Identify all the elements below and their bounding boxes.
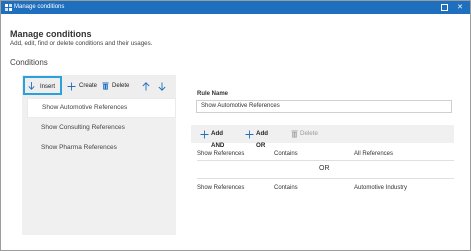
add-or-label: Add OR (256, 130, 269, 149)
maximize-icon (440, 3, 448, 11)
trash-icon (102, 82, 109, 90)
title-bar: Manage conditions ✕ (1, 1, 470, 14)
condition-item-label: Show Pharma References (41, 144, 117, 151)
app-icon (5, 4, 12, 11)
conditions-toolbar: Insert Create Delete (22, 75, 176, 98)
plus-icon (200, 130, 209, 139)
conditions-list: Show Automotive References Show Consulti… (27, 98, 176, 158)
create-label: Create (79, 83, 98, 89)
close-button[interactable]: ✕ (453, 2, 467, 13)
condition-toolbar: Add AND Add OR Delete (191, 125, 454, 149)
plus-icon (245, 130, 254, 139)
arrow-down-icon (158, 82, 166, 91)
rule-name-input[interactable]: Show Automotive References (196, 100, 452, 113)
arrow-down-icon (28, 82, 35, 90)
condition-value: Automotive Industry (354, 185, 408, 191)
condition-item[interactable]: Show Automotive References (27, 98, 176, 118)
condition-item-label: Show Automotive References (42, 104, 128, 111)
conditions-section-label: Conditions (10, 58, 48, 67)
maximize-button[interactable] (437, 2, 451, 13)
manage-conditions-window: Manage conditions ✕ Manage conditions Ad… (0, 0, 471, 251)
delete-label: Delete (112, 83, 130, 89)
condition-field: Show References (197, 151, 245, 157)
add-and-label: Add AND (211, 130, 225, 149)
page-subtitle: Add, edit, find or delete conditions and… (10, 40, 153, 47)
divider (197, 160, 454, 161)
divider (197, 178, 454, 179)
rule-name-label: Rule Name (197, 91, 229, 97)
page-title: Manage conditions (10, 29, 92, 39)
trash-icon (291, 130, 298, 138)
condition-item[interactable]: Show Pharma References (27, 138, 176, 158)
condition-operator: Contains (274, 185, 298, 191)
plus-icon (67, 82, 76, 91)
condition-item[interactable]: Show Consulting References (27, 118, 176, 138)
delete-condition-label: Delete (300, 130, 318, 137)
condition-item-label: Show Consulting References (41, 124, 125, 131)
close-icon: ✕ (457, 4, 463, 11)
or-operator-label: OR (319, 165, 330, 172)
insert-button[interactable]: Insert (23, 76, 62, 95)
condition-value: All References (354, 151, 394, 157)
condition-operator: Contains (274, 151, 298, 157)
arrow-up-icon (142, 82, 150, 91)
insert-label: Insert (40, 84, 56, 90)
condition-row[interactable]: Show References Contains All References (197, 150, 457, 158)
window-title: Manage conditions (14, 4, 65, 10)
condition-field: Show References (197, 185, 245, 191)
condition-row[interactable]: Show References Contains Automotive Indu… (197, 184, 457, 192)
